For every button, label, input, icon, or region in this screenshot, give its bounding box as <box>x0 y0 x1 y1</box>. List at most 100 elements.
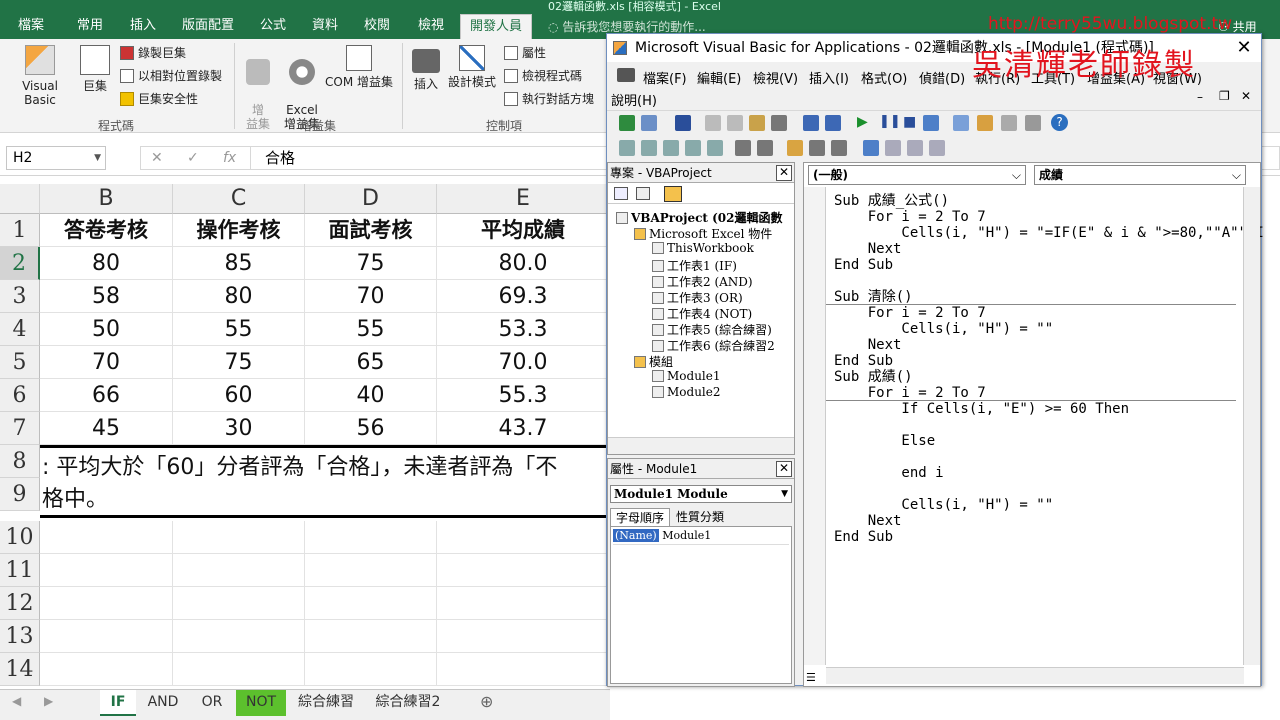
tree-item[interactable]: 工作表2 (AND) <box>652 273 753 290</box>
table-cell[interactable]: 55 <box>305 313 437 346</box>
tree-item[interactable]: Module1 <box>652 369 721 383</box>
column-header[interactable]: D <box>305 184 437 214</box>
row-header[interactable]: 9 <box>0 478 40 511</box>
tree-item[interactable]: 工作表4 (NOT) <box>652 305 752 322</box>
properties-button[interactable]: 屬性 <box>504 45 546 61</box>
undo-icon[interactable] <box>803 115 819 131</box>
tree-item[interactable]: VBAProject (02邏輯函數 <box>616 209 783 226</box>
visual-basic-button[interactable]: Visual Basic <box>6 45 74 107</box>
sheet-tab-and[interactable]: AND <box>140 690 186 716</box>
object-browser-icon[interactable] <box>1001 115 1017 131</box>
property-value[interactable]: Module1 <box>662 529 711 542</box>
tab-data[interactable]: 資料 <box>304 14 346 39</box>
empty-cell[interactable] <box>173 521 305 554</box>
tab-home[interactable]: 常用 <box>68 14 112 39</box>
sheet-tab-practice-2[interactable]: 綜合練習2 <box>368 690 448 716</box>
explorer-hscroll[interactable] <box>608 437 794 454</box>
com-addins-button[interactable]: COM 增益集 <box>322 45 396 89</box>
table-cell[interactable]: 65 <box>305 346 437 379</box>
previous-bookmark-icon[interactable] <box>907 140 923 156</box>
tree-item[interactable]: 工作表1 (IF) <box>652 257 737 274</box>
add-sheet-icon[interactable]: ⊕ <box>480 692 493 711</box>
row-header[interactable]: 12 <box>0 587 40 620</box>
tab-file[interactable]: 檔案 <box>8 14 54 39</box>
table-cell[interactable]: 43.7 <box>437 412 610 445</box>
table-cell[interactable]: 55.3 <box>437 379 610 412</box>
table-cell[interactable]: 50 <box>40 313 173 346</box>
table-cell[interactable]: 45 <box>40 412 173 445</box>
row-header[interactable]: 10 <box>0 521 40 554</box>
row-header[interactable]: 7 <box>0 412 40 445</box>
menu-debug[interactable]: 偵錯(D) <box>919 68 965 87</box>
properties-window-icon[interactable] <box>977 115 993 131</box>
clear-bookmarks-icon[interactable] <box>929 140 945 156</box>
close-icon[interactable]: ✕ <box>776 461 792 477</box>
chevron-down-icon[interactable]: ▼ <box>94 147 101 169</box>
relative-reference-button[interactable]: 以相對位置錄製 <box>120 68 222 84</box>
property-row-name[interactable]: (Name) Module1 <box>613 529 789 545</box>
cell-header[interactable]: 操作考核 <box>173 214 305 247</box>
tree-item[interactable]: 模組 <box>634 353 673 370</box>
worksheet-grid[interactable]: B C D E 1 2 3 4 5 6 7 8 9 10 11 12 13 14… <box>0 184 610 689</box>
complete-word-icon[interactable] <box>707 140 723 156</box>
empty-cell[interactable] <box>305 587 437 620</box>
table-cell[interactable]: 66 <box>40 379 173 412</box>
cut-icon[interactable] <box>705 115 721 131</box>
tree-item[interactable]: 工作表6 (綜合練習2 <box>652 337 775 354</box>
code-editor[interactable]: Sub 成績_公式() For i = 2 To 7 Cells(i, "H")… <box>834 193 1264 545</box>
insert-function-icon[interactable]: fx <box>223 147 236 169</box>
list-properties-icon[interactable] <box>619 140 635 156</box>
menu-view[interactable]: 檢視(V) <box>753 68 798 87</box>
insert-control-button[interactable]: 插入 <box>408 45 444 91</box>
project-explorer-icon[interactable] <box>953 115 969 131</box>
menu-format[interactable]: 格式(O) <box>861 68 907 87</box>
cell-header[interactable]: 答卷考核 <box>40 214 173 247</box>
empty-cell[interactable] <box>437 587 610 620</box>
empty-cell[interactable] <box>173 587 305 620</box>
minimize-icon[interactable]: – <box>1197 90 1203 104</box>
row-header[interactable]: 13 <box>0 620 40 653</box>
tree-item[interactable]: Microsoft Excel 物件 <box>634 225 772 242</box>
table-cell[interactable]: 55 <box>173 313 305 346</box>
empty-cell[interactable] <box>40 587 173 620</box>
comment-block-icon[interactable] <box>809 140 825 156</box>
help-icon[interactable]: ? <box>1051 114 1068 131</box>
menu-edit[interactable]: 編輯(E) <box>697 68 741 87</box>
cancel-icon[interactable]: ✕ <box>151 147 163 169</box>
cell-header[interactable]: 平均成績 <box>437 214 610 247</box>
row-header[interactable]: 8 <box>0 445 40 478</box>
bookmark-icon[interactable] <box>863 140 879 156</box>
record-macro-button[interactable]: 錄製巨集 <box>120 45 186 61</box>
row-header[interactable]: 3 <box>0 280 40 313</box>
empty-cell[interactable] <box>40 521 173 554</box>
vbe-close-icon[interactable]: ✕ <box>1227 34 1261 62</box>
paste-icon[interactable] <box>749 115 765 131</box>
empty-cell[interactable] <box>305 521 437 554</box>
table-cell[interactable]: 69.3 <box>437 280 610 313</box>
view-code-button[interactable]: 檢視程式碼 <box>504 68 582 84</box>
macros-button[interactable]: 巨集 <box>78 45 112 93</box>
tree-item[interactable]: Module2 <box>652 385 721 399</box>
table-cell[interactable]: 58 <box>40 280 173 313</box>
row-header[interactable]: 5 <box>0 346 40 379</box>
copy-icon[interactable] <box>727 115 743 131</box>
scroll-right-icon[interactable]: ▶ <box>44 694 53 708</box>
close-icon[interactable]: ✕ <box>776 165 792 181</box>
list-constants-icon[interactable] <box>641 140 657 156</box>
tab-insert[interactable]: 插入 <box>120 14 166 39</box>
empty-cell[interactable] <box>40 653 173 686</box>
sheet-tab-if[interactable]: IF <box>100 690 136 716</box>
row-header[interactable]: 6 <box>0 379 40 412</box>
find-icon[interactable] <box>771 115 787 131</box>
next-bookmark-icon[interactable] <box>885 140 901 156</box>
toggle-folders-icon[interactable] <box>664 186 682 202</box>
uncomment-block-icon[interactable] <box>831 140 847 156</box>
empty-cell[interactable] <box>437 653 610 686</box>
note-line-2[interactable]: 格中。 <box>42 481 108 513</box>
table-cell[interactable]: 70 <box>305 280 437 313</box>
macro-security-button[interactable]: 巨集安全性 <box>120 91 198 107</box>
menu-help[interactable]: 說明(H) <box>611 90 657 109</box>
empty-cell[interactable] <box>437 521 610 554</box>
table-cell[interactable]: 30 <box>173 412 305 445</box>
quick-info-icon[interactable] <box>663 140 679 156</box>
